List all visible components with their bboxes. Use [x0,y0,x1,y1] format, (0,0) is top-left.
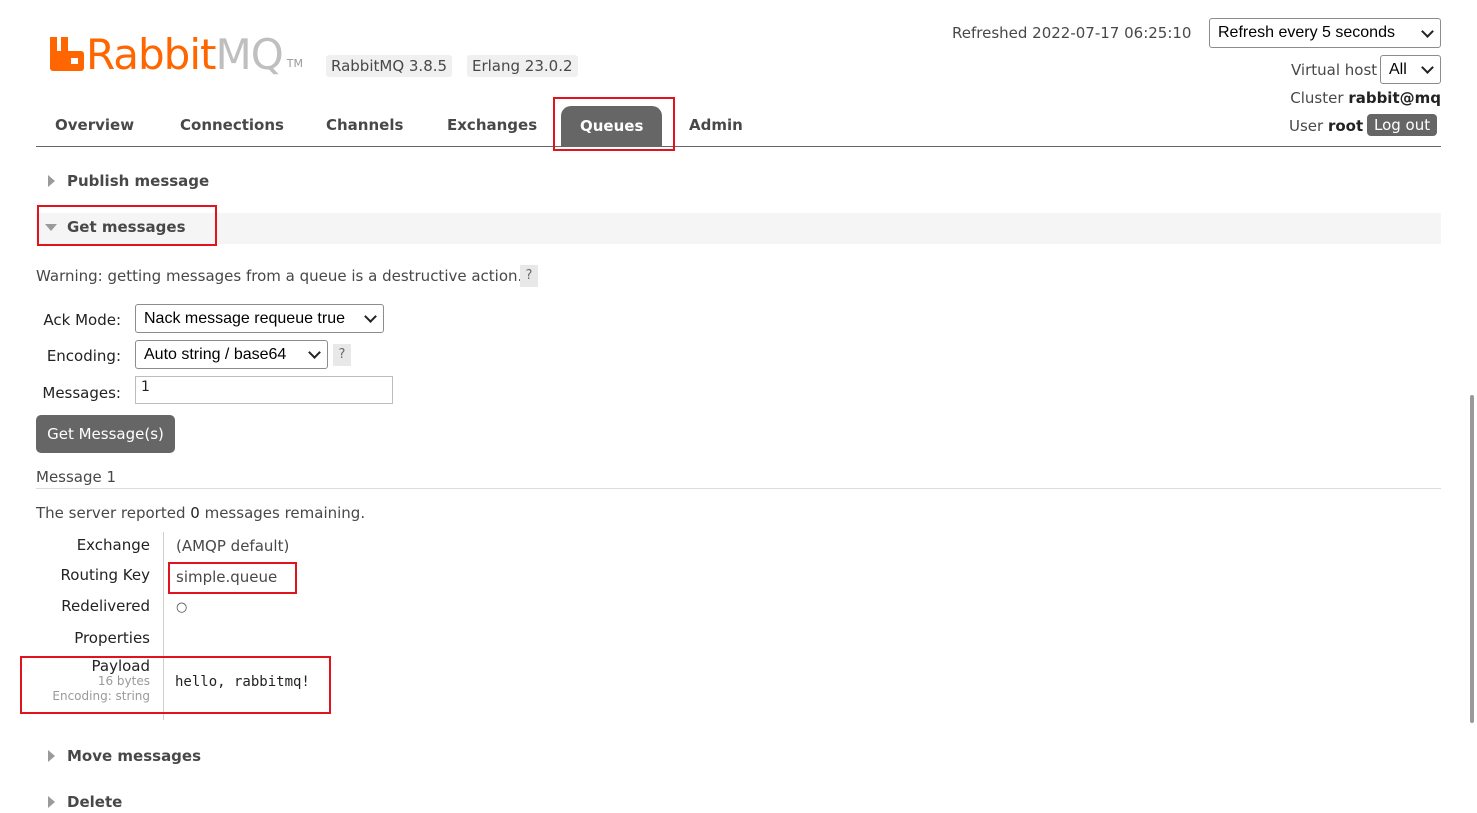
virtual-host-label: Virtual host [1291,61,1378,79]
chevron-down-icon [308,346,321,359]
rabbit-logo-icon [50,37,84,71]
expand-arrow-icon [48,750,55,762]
highlight-payload [20,656,331,714]
main-nav: Overview Connections Channels Exchanges … [36,104,1441,147]
get-messages-header-bar [36,213,1441,244]
properties-label: Properties [74,629,150,647]
server-report-prefix: The server reported [36,504,186,522]
logo-word-rabbit: Rabbit [86,30,216,79]
publish-message-heading: Publish message [67,172,210,190]
redelivered-label: Redelivered [61,597,150,615]
move-messages-toggle[interactable]: Move messages [48,747,201,765]
refresh-interval-select[interactable]: Refresh every 5 seconds [1209,18,1441,48]
tab-overview[interactable]: Overview [55,104,134,146]
expand-arrow-icon [48,175,55,187]
destructive-warning: Warning: getting messages from a queue i… [36,267,523,285]
ack-mode-value: Nack message requeue true [144,309,345,327]
encoding-select[interactable]: Auto string / base64 [135,340,328,369]
virtual-host-select[interactable]: All [1380,55,1441,84]
virtual-host-value: All [1389,60,1407,78]
highlight-queues-tab [553,97,675,151]
divider [36,488,1441,489]
get-messages-button[interactable]: Get Message(s) [36,415,175,453]
messages-count-input[interactable]: 1 [135,376,393,404]
chevron-down-icon [364,310,377,323]
highlight-get-messages [37,205,217,246]
highlight-routing-key [168,562,297,594]
page-scrollbar[interactable] [1470,395,1474,723]
tab-connections[interactable]: Connections [180,104,284,146]
tab-exchanges[interactable]: Exchanges [447,104,537,146]
chevron-down-icon [1421,24,1434,38]
rabbitmq-logo[interactable]: RabbitMQ TM [50,30,303,76]
delete-toggle[interactable]: Delete [48,793,122,811]
tab-admin[interactable]: Admin [689,104,743,146]
messages-count-label: Messages: [42,384,121,402]
move-messages-heading: Move messages [67,747,202,765]
refresh-interval-value: Refresh every 5 seconds [1218,24,1395,41]
erlang-badge: Erlang 23.0.2 [467,55,578,77]
warning-help-icon[interactable]: ? [520,265,538,287]
encoding-value: Auto string / base64 [144,345,287,363]
delete-heading: Delete [67,793,123,811]
publish-message-toggle[interactable]: Publish message [48,172,209,190]
routing-key-label: Routing Key [60,566,150,584]
encoding-help-icon[interactable]: ? [333,344,351,366]
redelivered-value: ○ [176,600,188,615]
remaining-count: 0 [190,504,200,522]
expand-arrow-icon [48,796,55,808]
ack-mode-label: Ack Mode: [43,311,121,329]
server-report-suffix: messages remaining. [204,504,366,522]
refreshed-timestamp: Refreshed 2022-07-17 06:25:10 [952,24,1192,42]
version-badge: RabbitMQ 3.8.5 [326,55,453,77]
message-title: Message 1 [36,468,117,486]
logo-trademark: TM [286,57,303,70]
encoding-label: Encoding: [46,347,121,365]
chevron-down-icon [1421,61,1434,74]
ack-mode-select[interactable]: Nack message requeue true [135,304,384,333]
logo-word-mq: MQ [215,30,283,79]
tab-channels[interactable]: Channels [326,104,403,146]
server-report: The server reported 0 messages remaining… [36,504,365,522]
exchange-value: (AMQP default) [176,537,290,555]
exchange-label: Exchange [76,536,150,554]
